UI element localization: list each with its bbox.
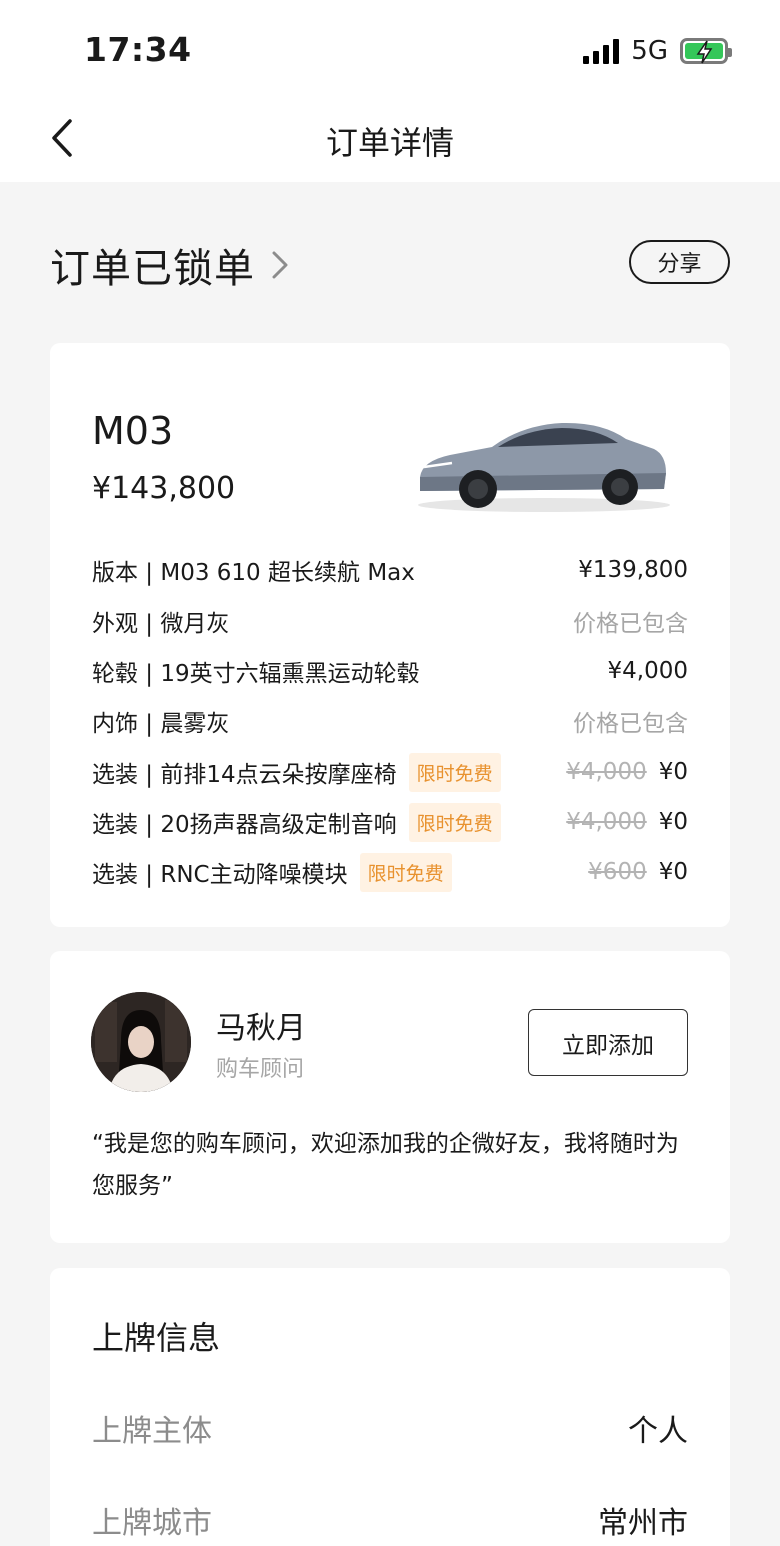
config-label: 版本 | M03 610 超长续航 Max [92, 560, 415, 586]
config-price: ¥0 [658, 859, 688, 885]
config-row: 选装 | 20扬声器高级定制音响 限时免费 ¥4,000 ¥0 [92, 802, 688, 842]
info-label: 上牌城市 [92, 1506, 212, 1541]
info-value: 个人 [628, 1414, 688, 1449]
config-price: ¥0 [658, 759, 688, 785]
order-status-link[interactable]: 订单已锁单 [50, 236, 289, 294]
config-label: 外观 | 微月灰 [92, 611, 230, 637]
info-label: 上牌主体 [92, 1414, 212, 1449]
config-label: 选装 | RNC主动降噪模块 [92, 862, 348, 888]
top-bar: 17:34 5G 订单详情 [0, 0, 780, 182]
car-total-price: ¥143,800 [92, 471, 236, 506]
config-label: 选装 | 20扬声器高级定制音响 [92, 812, 397, 838]
plate-subject-row: 上牌主体 个人 [92, 1406, 688, 1450]
config-label: 轮毂 | 19英寸六辐熏黑运动轮毂 [92, 661, 420, 687]
config-price: ¥4,000 [607, 658, 688, 684]
advisor-card: 马秋月 购车顾问 立即添加 “我是您的购车顾问，欢迎添加我的企微好友，我将随时为… [50, 951, 730, 1243]
chevron-right-icon [271, 250, 289, 284]
car-model: M03 [92, 409, 174, 453]
config-price: ¥139,800 [578, 557, 688, 583]
order-status-title: 订单已锁单 [50, 246, 255, 292]
plate-info-card: 上牌信息 上牌主体 个人 上牌城市 常州市 [50, 1268, 730, 1546]
free-badge: 限时免费 [359, 852, 452, 892]
config-price: 价格已包含 [573, 711, 688, 737]
config-price: 价格已包含 [573, 611, 688, 637]
config-price: ¥0 [658, 809, 688, 835]
original-price: ¥600 [588, 859, 647, 885]
cellular-signal-icon [583, 38, 620, 64]
config-row: 外观 | 微月灰 价格已包含 [92, 601, 688, 641]
car-config-card: M03 ¥143,800 版本 | M03 610 超长续航 Max ¥139,… [50, 343, 730, 927]
config-label: 内饰 | 晨雾灰 [92, 711, 230, 737]
battery-icon [680, 38, 732, 64]
config-label: 选装 | 前排14点云朵按摩座椅 [92, 762, 397, 788]
config-row: 轮毂 | 19英寸六辐熏黑运动轮毂 ¥4,000 [92, 651, 688, 691]
original-price: ¥4,000 [566, 809, 647, 835]
plate-city-row: 上牌城市 常州市 [92, 1498, 688, 1542]
plate-info-title: 上牌信息 [92, 1319, 221, 1357]
config-row: 选装 | 前排14点云朵按摩座椅 限时免费 ¥4,000 ¥0 [92, 752, 688, 792]
free-badge: 限时免费 [408, 752, 501, 792]
advisor-message: “我是您的购车顾问，欢迎添加我的企微好友，我将随时为您服务” [92, 1131, 679, 1199]
advisor-name: 马秋月 [216, 1011, 306, 1046]
page-title: 订单详情 [325, 124, 454, 162]
config-row: 版本 | M03 610 超长续航 Max ¥139,800 [92, 550, 688, 590]
config-row: 选装 | RNC主动降噪模块 限时免费 ¥600 ¥0 [92, 852, 688, 892]
config-price-group: ¥4,000 ¥0 [566, 759, 688, 785]
status-icons: 5G [583, 36, 732, 66]
config-price-group: ¥4,000 ¥0 [566, 809, 688, 835]
share-button[interactable]: 分享 [629, 240, 730, 284]
advisor-role: 购车顾问 [216, 1057, 305, 1082]
status-time: 17:34 [84, 30, 192, 69]
original-price: ¥4,000 [566, 759, 647, 785]
car-image [412, 417, 674, 517]
avatar [91, 992, 191, 1092]
free-badge: 限时免费 [408, 802, 501, 842]
network-type: 5G [631, 36, 668, 66]
info-value: 常州市 [598, 1506, 688, 1541]
config-row: 内饰 | 晨雾灰 价格已包含 [92, 701, 688, 741]
config-price-group: ¥600 ¥0 [588, 859, 688, 885]
add-advisor-button[interactable]: 立即添加 [528, 1009, 688, 1076]
